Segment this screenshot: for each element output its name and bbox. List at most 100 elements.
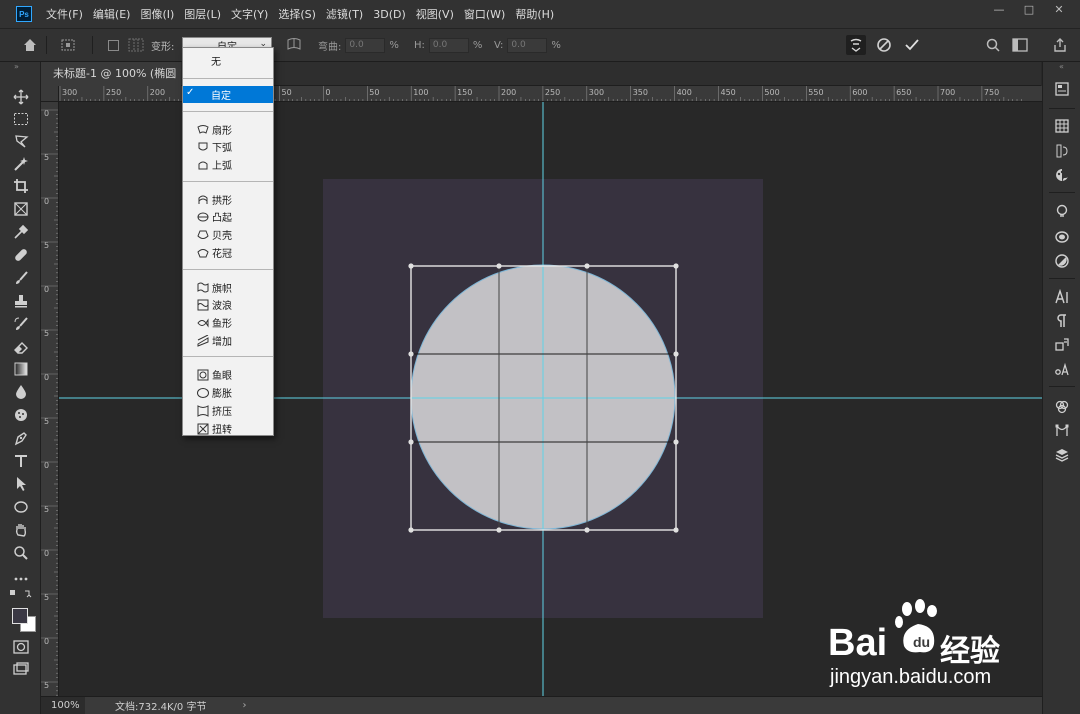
grid-split-button[interactable] <box>128 29 144 61</box>
zoom-level-field[interactable]: 100% <box>41 696 85 714</box>
character-panel-button[interactable] <box>1043 288 1080 308</box>
menu-edit[interactable]: 编辑(E) <box>93 6 131 22</box>
commit-transform-button[interactable] <box>904 29 920 61</box>
history-brush-tool[interactable] <box>0 315 41 335</box>
ruler-label: 250 <box>545 88 560 97</box>
dodge-tool[interactable] <box>0 406 41 426</box>
warp-option-none[interactable]: 无 <box>183 52 273 69</box>
warp-option-rise[interactable]: 增加 <box>183 332 273 349</box>
eraser-tool[interactable] <box>0 338 41 358</box>
menu-3d[interactable]: 3D(D) <box>373 8 406 21</box>
ellipse-tool[interactable] <box>0 498 41 518</box>
character-styles-panel-button[interactable] <box>1043 360 1080 380</box>
home-button[interactable] <box>22 29 38 61</box>
swatches-panel-button[interactable] <box>1043 117 1080 137</box>
gradients-panel-button[interactable] <box>1043 252 1080 272</box>
menu-filter[interactable]: 滤镜(T) <box>326 6 363 22</box>
warp-option-custom[interactable]: ✓ 自定 <box>183 86 273 103</box>
screen-mode-button[interactable] <box>0 660 41 680</box>
lasso-tool[interactable] <box>0 132 41 152</box>
brush-tool[interactable] <box>0 269 41 289</box>
magic-wand-tool[interactable] <box>0 155 41 175</box>
menu-file[interactable]: 文件(F) <box>46 6 83 22</box>
close-window-button[interactable]: ✕ <box>1048 2 1070 18</box>
channels-panel-button[interactable] <box>1043 398 1080 418</box>
warp-option-bulge[interactable]: 凸起 <box>183 208 273 225</box>
warp-option-wave[interactable]: 波浪 <box>183 296 273 313</box>
paragraph-panel-button[interactable] <box>1043 312 1080 332</box>
glyphs-panel-button[interactable] <box>1043 336 1080 356</box>
foreground-color-swatch[interactable] <box>12 608 28 624</box>
paths-panel-button[interactable] <box>1043 422 1080 442</box>
warp-option-arc-lower[interactable]: 下弧 <box>183 138 273 155</box>
maximize-button[interactable]: □ <box>1018 2 1040 18</box>
learn-panel-button[interactable] <box>1043 202 1080 222</box>
transform-toggle-button[interactable] <box>60 29 76 61</box>
warp-option-twist[interactable]: 扭转 <box>183 420 273 437</box>
bend-input[interactable]: 0.0 <box>345 37 386 53</box>
healing-brush-tool[interactable] <box>0 246 41 266</box>
zoom-tool[interactable] <box>0 544 41 564</box>
menu-type[interactable]: 文字(Y) <box>231 6 268 22</box>
properties-panel-button[interactable] <box>1043 80 1080 100</box>
color-panel-button[interactable] <box>1043 166 1080 186</box>
share-button[interactable] <box>1052 29 1068 61</box>
warp-option-arc[interactable]: 扇形 <box>183 121 273 138</box>
menu-window[interactable]: 窗口(W) <box>464 6 505 22</box>
menu-image[interactable]: 图像(I) <box>140 6 174 22</box>
status-menu-arrow[interactable]: › <box>242 700 246 711</box>
type-tool[interactable] <box>0 452 41 472</box>
warp-option-squeeze[interactable]: 挤压 <box>183 402 273 419</box>
warp-option-flag[interactable]: 旗帜 <box>183 279 273 296</box>
hand-tool[interactable] <box>0 521 41 541</box>
ruler-label: 5 <box>44 593 49 602</box>
warp-option-fish[interactable]: 鱼形 <box>183 314 273 331</box>
warp-option-label: 膨胀 <box>212 389 232 400</box>
crop-tool[interactable] <box>0 177 41 197</box>
search-button[interactable] <box>986 29 1000 61</box>
warp-option-inflate[interactable]: 膨胀 <box>183 384 273 401</box>
libraries-panel-button[interactable] <box>1043 228 1080 248</box>
move-tool[interactable] <box>0 88 41 108</box>
warp-option-arc-upper[interactable]: 上弧 <box>183 156 273 173</box>
switch-warp-mode-button[interactable] <box>846 29 866 61</box>
swap-colors-button[interactable] <box>0 588 41 602</box>
collapse-toolbar-button[interactable]: » <box>0 62 40 72</box>
eyedropper-tool[interactable] <box>0 223 41 243</box>
warp-option-label: 拱形 <box>212 196 232 207</box>
stamp-tool[interactable] <box>0 292 41 312</box>
menu-help[interactable]: 帮助(H) <box>515 6 554 22</box>
ruler-label: 300 <box>589 88 604 97</box>
quick-mask-button[interactable] <box>0 638 41 658</box>
ruler-origin[interactable] <box>41 86 59 102</box>
pen-tool[interactable] <box>0 429 41 449</box>
ruler-label: 350 <box>633 88 648 97</box>
v-distort-input[interactable]: 0.0 <box>507 37 548 53</box>
path-selection-tool[interactable] <box>0 475 41 495</box>
grid-checkbox[interactable] <box>108 39 119 51</box>
warp-option-shell-lower[interactable]: 贝壳 <box>183 226 273 243</box>
warp-orientation-button[interactable] <box>286 29 302 61</box>
more-tools-button[interactable] <box>0 568 41 588</box>
expand-panels-button[interactable]: « <box>1043 62 1080 72</box>
vertical-ruler[interactable]: 0 5 0 5 0 5 0 5 0 5 0 5 0 5 <box>41 102 59 696</box>
menu-select[interactable]: 选择(S) <box>278 6 316 22</box>
photoshop-logo-icon[interactable]: Ps <box>16 6 32 22</box>
marquee-tool[interactable] <box>0 110 41 130</box>
menu-view[interactable]: 视图(V) <box>416 6 454 22</box>
gradient-tool[interactable] <box>0 360 41 380</box>
warp-option-arch[interactable]: 拱形 <box>183 191 273 208</box>
frame-tool[interactable] <box>0 200 41 220</box>
warp-option-shell-upper[interactable]: 花冠 <box>183 244 273 261</box>
adjustments-panel-button[interactable] <box>1043 142 1080 162</box>
layers-panel-button[interactable] <box>1043 446 1080 466</box>
cancel-transform-button[interactable] <box>876 29 892 61</box>
h-distort-input[interactable]: 0.0 <box>428 37 469 53</box>
blur-tool[interactable] <box>0 383 41 403</box>
minimize-button[interactable]: — <box>988 2 1010 18</box>
warp-option-fisheye[interactable]: 鱼眼 <box>183 366 273 383</box>
palette-icon <box>1054 167 1070 186</box>
workspace-button[interactable] <box>1012 29 1028 61</box>
menu-layer[interactable]: 图层(L) <box>184 6 221 22</box>
document-tab[interactable]: 未标题-1 @ 100% (椭圆 1, <box>41 62 181 86</box>
